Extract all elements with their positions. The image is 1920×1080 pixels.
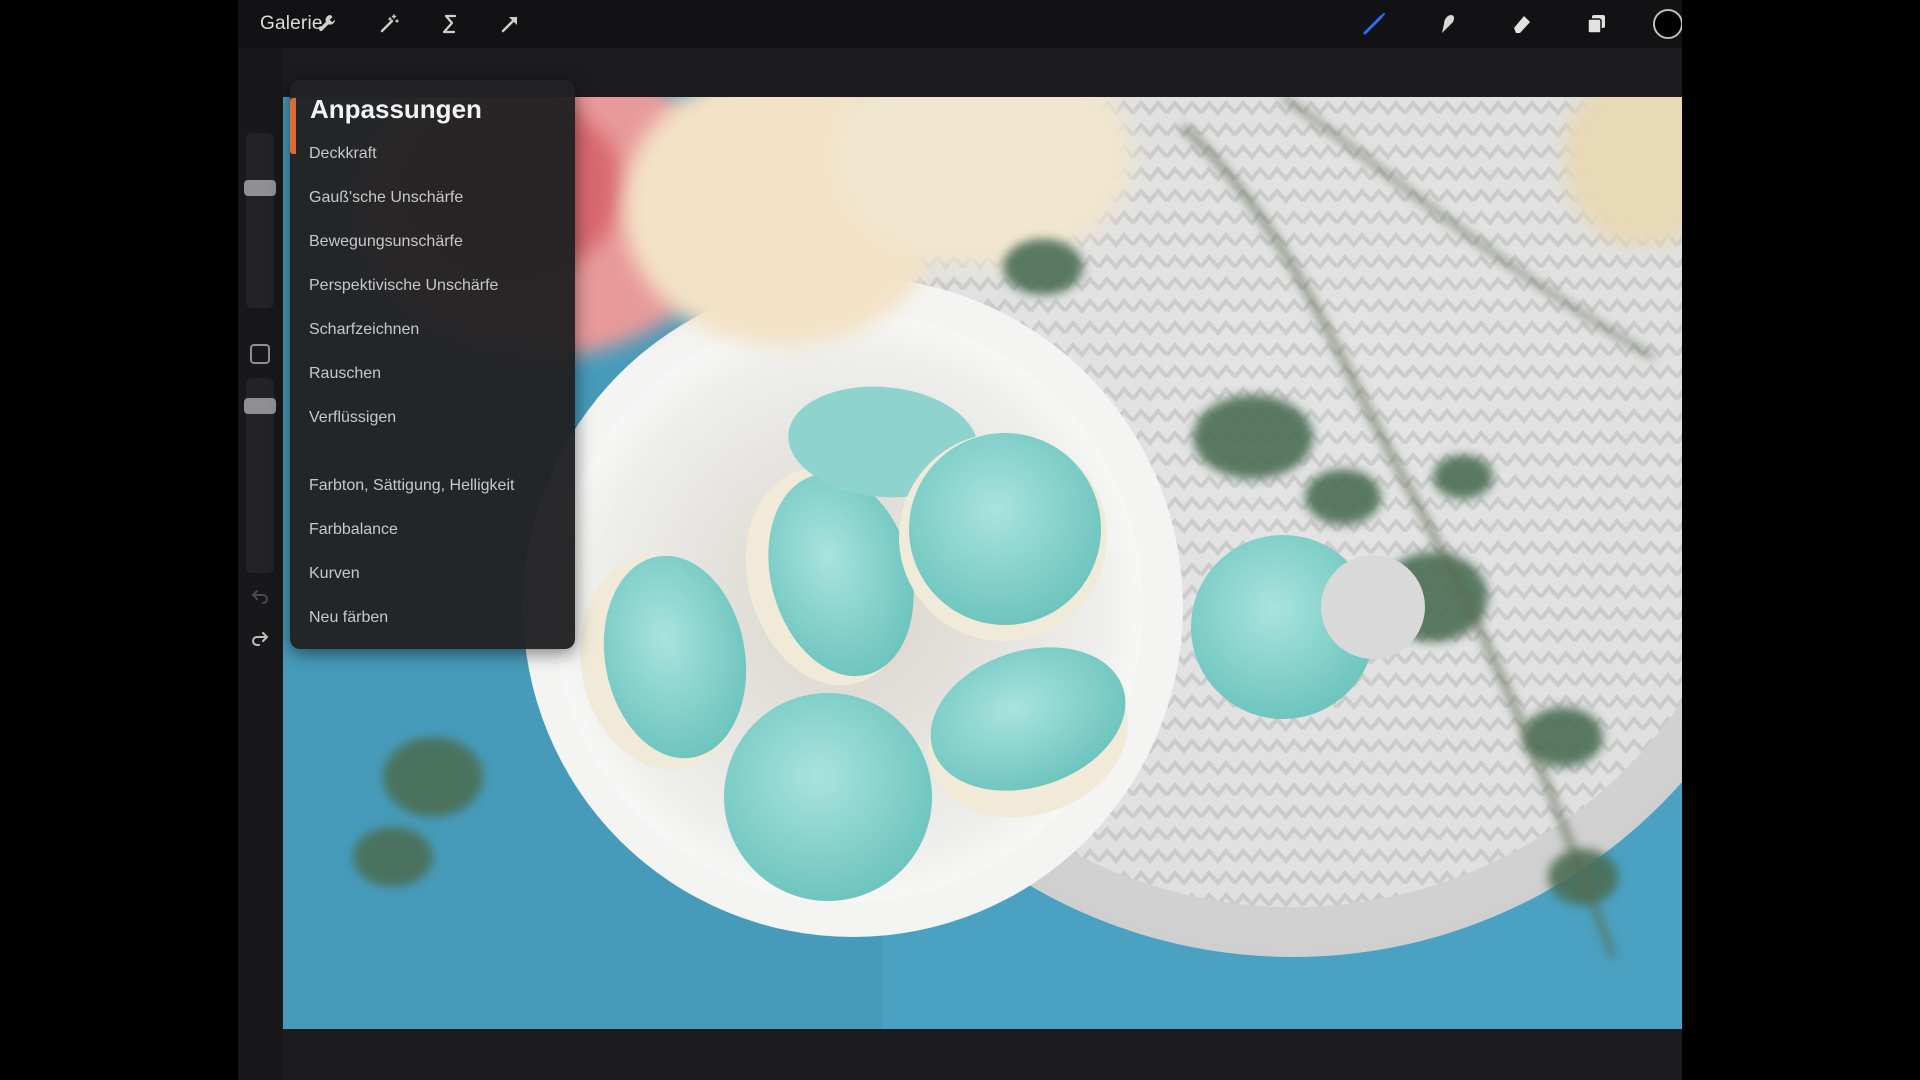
smudge-icon[interactable]	[1432, 8, 1464, 40]
color-swatch[interactable]	[1652, 8, 1682, 40]
menu-item-gauss-blur[interactable]: Gauß'sche Unschärfe	[309, 189, 463, 207]
selection-icon[interactable]	[434, 8, 466, 40]
menu-item-recolor[interactable]: Neu färben	[309, 609, 388, 627]
brush-icon[interactable]	[1358, 8, 1390, 40]
redo-icon[interactable]	[248, 628, 272, 652]
menu-item-hue-saturation[interactable]: Farbton, Sättigung, Helligkeit	[309, 477, 514, 495]
menu-accent-bar	[290, 98, 296, 154]
menu-item-noise[interactable]: Rauschen	[309, 365, 381, 383]
menu-item-color-balance[interactable]: Farbbalance	[309, 521, 398, 539]
menu-item-motion-blur[interactable]: Bewegungsunschärfe	[309, 233, 463, 251]
wrench-icon[interactable]	[312, 8, 344, 40]
eraser-icon[interactable]	[1506, 8, 1538, 40]
opacity-thumb[interactable]	[244, 398, 276, 414]
menu-item-curves[interactable]: Kurven	[309, 565, 360, 583]
menu-item-deckkraft[interactable]: Deckkraft	[309, 145, 377, 163]
magic-wand-icon[interactable]	[373, 8, 405, 40]
procreate-app: Galerie Anpassungen Deckkraft Gauß'sche …	[238, 0, 1682, 1080]
menu-item-liquify[interactable]: Verflüssigen	[309, 409, 396, 427]
menu-item-sharpen[interactable]: Scharfzeichnen	[309, 321, 419, 339]
adjustments-title: Anpassungen	[310, 94, 482, 124]
adjustments-menu: Anpassungen Deckkraft Gauß'sche Unschärf…	[290, 80, 575, 649]
layers-icon[interactable]	[1580, 8, 1612, 40]
brush-size-slider[interactable]	[246, 133, 274, 308]
menu-item-perspective-blur[interactable]: Perspektivische Unschärfe	[309, 277, 498, 295]
left-sidebar	[238, 48, 282, 1080]
top-toolbar: Galerie	[238, 0, 1682, 48]
transform-arrow-icon[interactable]	[494, 8, 526, 40]
eyedropper-square-button[interactable]	[250, 344, 270, 364]
undo-icon[interactable]	[248, 583, 272, 607]
brush-size-thumb[interactable]	[244, 180, 276, 196]
